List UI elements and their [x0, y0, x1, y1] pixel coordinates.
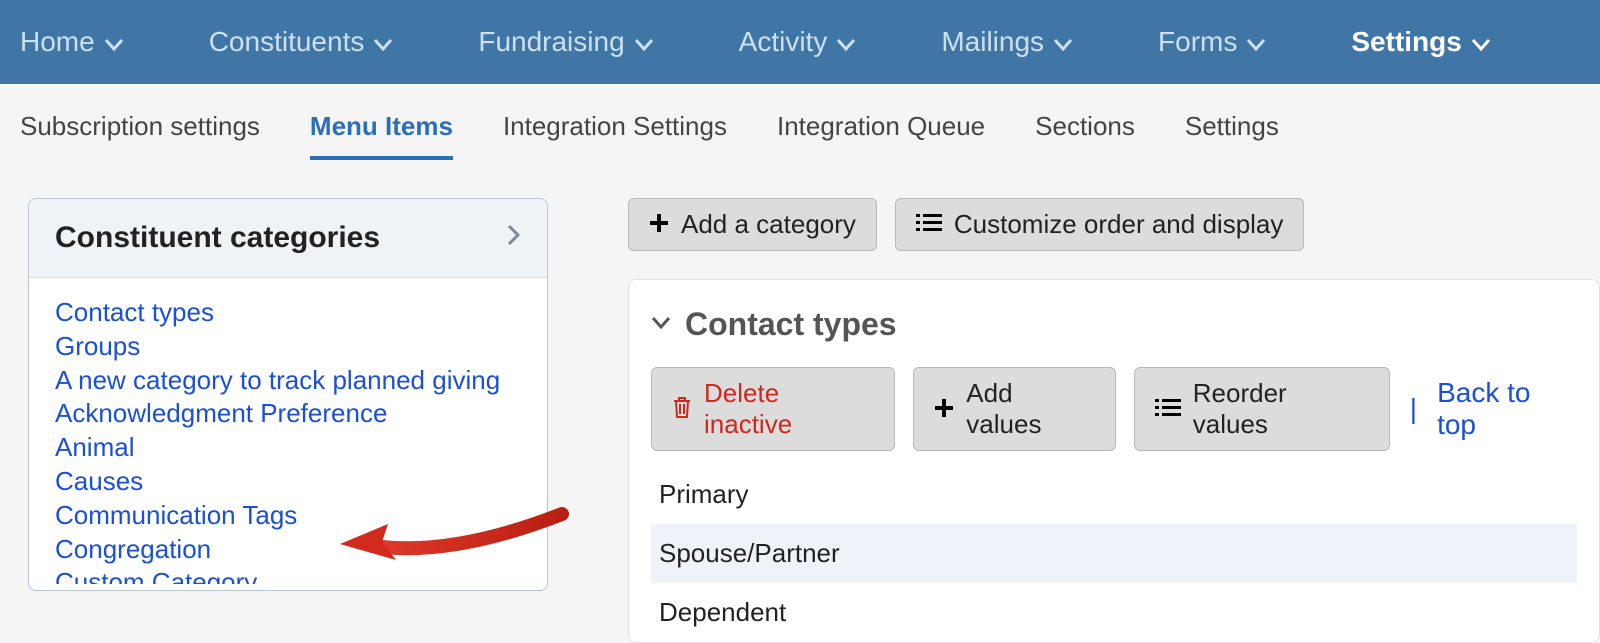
chevron-down-icon	[635, 26, 653, 58]
nav-forms[interactable]: Forms	[1158, 26, 1299, 58]
button-label: Add values	[966, 378, 1094, 440]
category-link-causes[interactable]: Causes	[55, 465, 521, 499]
nav-mailings[interactable]: Mailings	[941, 26, 1106, 58]
chevron-down-icon	[1054, 26, 1072, 58]
main-toolbar: Add a category Customize order and displ…	[628, 198, 1600, 251]
button-label: Customize order and display	[954, 209, 1284, 240]
value-row[interactable]: Primary	[651, 465, 1577, 524]
nav-settings[interactable]: Settings	[1351, 26, 1523, 58]
sub-tabs: Subscription settings Menu Items Integra…	[0, 84, 1600, 160]
chevron-down-icon	[1472, 26, 1490, 58]
body: Constituent categories Contact types Gro…	[0, 160, 1600, 643]
category-link-groups[interactable]: Groups	[55, 330, 521, 364]
customize-order-button[interactable]: Customize order and display	[895, 198, 1305, 251]
top-nav: Home Constituents Fundraising Activity M…	[0, 0, 1600, 84]
category-link-custom-category[interactable]: Custom Category	[55, 566, 521, 584]
chevron-down-icon	[374, 26, 392, 58]
trash-icon	[672, 394, 692, 425]
category-link-planned-giving[interactable]: A new category to track planned giving	[55, 364, 521, 398]
nav-label: Settings	[1351, 26, 1461, 58]
card-actions: Delete inactive Add values	[651, 367, 1577, 451]
card-title: Contact types	[685, 306, 897, 343]
separator: |	[1410, 393, 1417, 425]
categories-panel-title: Constituent categories	[55, 221, 380, 255]
delete-inactive-button[interactable]: Delete inactive	[651, 367, 895, 451]
category-link-congregation[interactable]: Congregation	[55, 533, 521, 567]
category-link-contact-types[interactable]: Contact types	[55, 296, 521, 330]
main-area: Add a category Customize order and displ…	[628, 198, 1600, 643]
card-header[interactable]: Contact types	[651, 306, 1577, 343]
add-values-button[interactable]: Add values	[913, 367, 1115, 451]
button-label: Delete inactive	[704, 378, 874, 440]
add-category-button[interactable]: Add a category	[628, 198, 877, 251]
tab-menu-items[interactable]: Menu Items	[310, 91, 453, 160]
value-row[interactable]: Dependent	[651, 583, 1577, 642]
button-label: Add a category	[681, 209, 856, 240]
nav-label: Fundraising	[478, 26, 624, 58]
chevron-down-icon	[1247, 26, 1265, 58]
nav-constituents[interactable]: Constituents	[209, 26, 427, 58]
chevron-down-icon	[837, 26, 855, 58]
list-icon	[1155, 394, 1181, 425]
nav-fundraising[interactable]: Fundraising	[478, 26, 686, 58]
categories-panel-header[interactable]: Constituent categories	[29, 199, 547, 278]
chevron-down-icon	[105, 26, 123, 58]
reorder-values-button[interactable]: Reorder values	[1134, 367, 1390, 451]
tab-settings[interactable]: Settings	[1185, 91, 1279, 160]
nav-label: Forms	[1158, 26, 1237, 58]
value-row[interactable]: Spouse/Partner	[651, 524, 1577, 583]
chevron-down-icon	[651, 313, 671, 336]
categories-list: Contact types Groups A new category to t…	[29, 278, 547, 590]
categories-panel: Constituent categories Contact types Gro…	[28, 198, 548, 591]
nav-label: Home	[20, 26, 95, 58]
nav-label: Activity	[739, 26, 828, 58]
nav-label: Constituents	[209, 26, 365, 58]
category-link-communication-tags[interactable]: Communication Tags	[55, 499, 521, 533]
chevron-right-icon	[507, 224, 521, 252]
tab-integration-queue[interactable]: Integration Queue	[777, 91, 985, 160]
tab-subscription-settings[interactable]: Subscription settings	[20, 91, 260, 160]
nav-label: Mailings	[941, 26, 1044, 58]
back-to-top-link[interactable]: Back to top	[1437, 377, 1577, 441]
tab-integration-settings[interactable]: Integration Settings	[503, 91, 727, 160]
category-link-ack-pref[interactable]: Acknowledgment Preference	[55, 397, 521, 431]
plus-icon	[934, 394, 954, 425]
nav-activity[interactable]: Activity	[739, 26, 890, 58]
plus-icon	[649, 209, 669, 240]
list-icon	[916, 209, 942, 240]
tab-sections[interactable]: Sections	[1035, 91, 1135, 160]
button-label: Reorder values	[1193, 378, 1369, 440]
contact-types-card: Contact types Delete inactive Add values	[628, 279, 1600, 643]
nav-home[interactable]: Home	[20, 26, 157, 58]
category-link-animal[interactable]: Animal	[55, 431, 521, 465]
